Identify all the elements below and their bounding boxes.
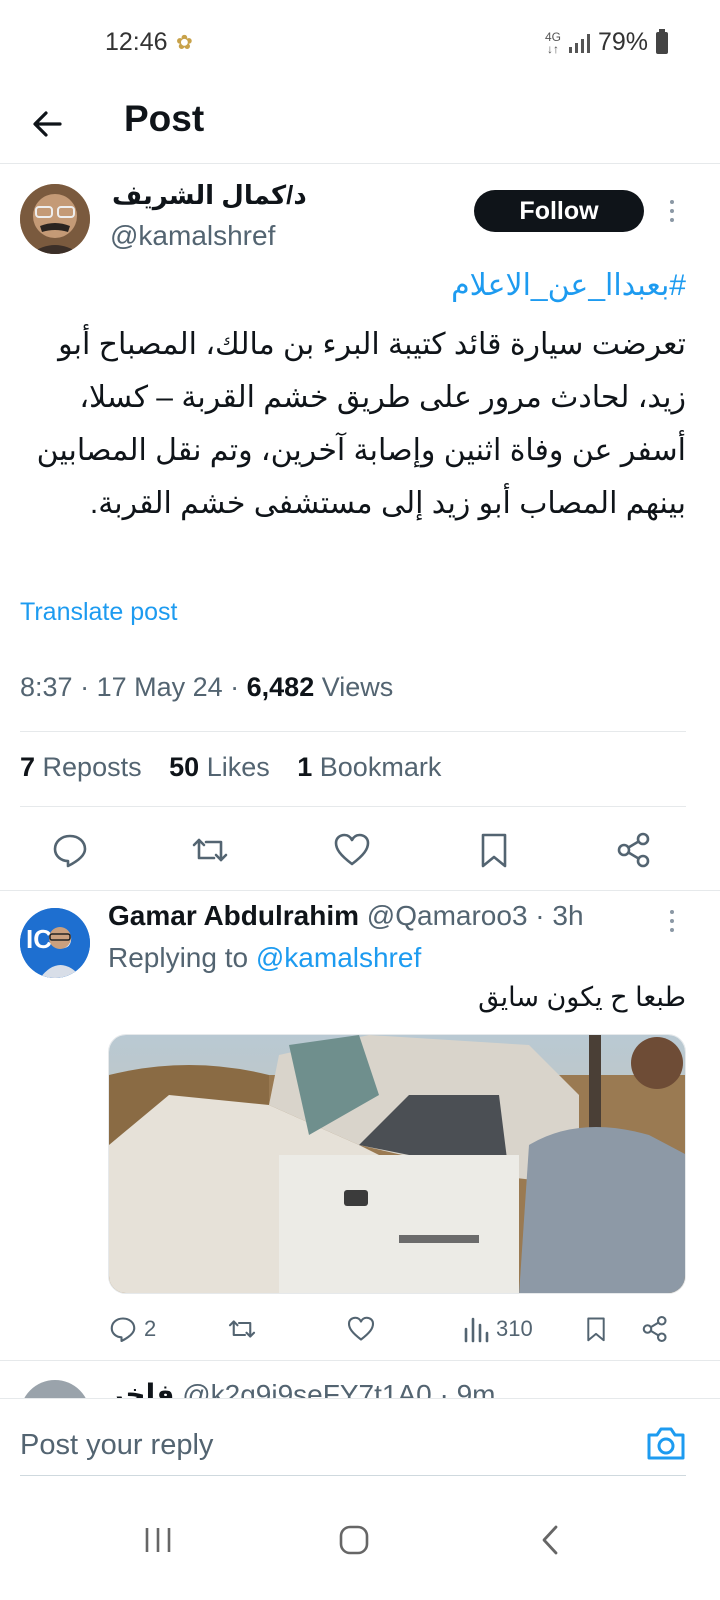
repost-icon[interactable] bbox=[190, 830, 230, 870]
replying-to: Replying to @kamalshref bbox=[108, 942, 422, 973]
status-bar: 12:46 ✿ 4G ↓↑ 79% bbox=[0, 0, 720, 86]
reply-like-button[interactable] bbox=[346, 1314, 376, 1344]
signal-icon bbox=[568, 33, 590, 53]
status-time: 12:46 bbox=[105, 28, 168, 56]
reply-bookmark-button[interactable] bbox=[582, 1314, 610, 1344]
post-time: 8:37 bbox=[20, 672, 73, 702]
post-date: 17 May 24 bbox=[96, 672, 223, 702]
reply-author-name[interactable]: Gamar Abdulrahim bbox=[108, 900, 359, 931]
divider bbox=[0, 890, 720, 891]
like-icon[interactable] bbox=[332, 830, 372, 870]
reply-avatar[interactable]: ICO bbox=[20, 908, 90, 978]
post-meta: 8:37 · 17 May 24 · 6,482 Views bbox=[20, 672, 394, 702]
more-options-icon[interactable] bbox=[662, 196, 682, 226]
reply-age: 3h bbox=[552, 900, 584, 931]
network-4g-icon: 4G ↓↑ bbox=[544, 29, 561, 56]
post-body: تعرضت سيارة قائد كتيبة البرء بن مالك، ال… bbox=[36, 328, 686, 520]
battery-icon bbox=[656, 28, 668, 54]
author-handle[interactable]: @kamalshref bbox=[110, 220, 275, 252]
home-icon[interactable] bbox=[324, 1510, 384, 1570]
reply-repost-button[interactable] bbox=[226, 1314, 258, 1344]
reply-icon[interactable] bbox=[50, 830, 90, 870]
share-icon bbox=[642, 1315, 667, 1343]
status-indicators: 4G ↓↑ 79% bbox=[545, 28, 668, 57]
system-navigation-bar bbox=[0, 1492, 720, 1600]
back-arrow-icon[interactable] bbox=[26, 102, 70, 146]
reply-icon bbox=[110, 1317, 136, 1343]
reply-views-button[interactable]: 310 bbox=[462, 1314, 533, 1344]
reply-views-count: 310 bbox=[496, 1316, 533, 1341]
reply-image[interactable] bbox=[108, 1034, 686, 1294]
reply-count: 2 bbox=[144, 1316, 157, 1341]
reposts-stat[interactable]: 7 Reposts bbox=[20, 752, 142, 782]
next-reply-avatar[interactable] bbox=[20, 1380, 90, 1398]
follow-button[interactable]: Follow bbox=[474, 190, 644, 232]
divider bbox=[20, 731, 686, 732]
camera-icon[interactable] bbox=[644, 1423, 688, 1463]
author-name[interactable]: د/كمال الشريف bbox=[112, 180, 307, 211]
divider bbox=[0, 1360, 720, 1361]
page-title: Post bbox=[124, 98, 205, 139]
reply-share-button[interactable] bbox=[640, 1314, 670, 1344]
reply-text: طبعا ح يكون سايق bbox=[478, 982, 686, 1012]
post-hashtag[interactable]: #بعبداا_عن_الاعلام bbox=[451, 268, 686, 303]
composer-underline bbox=[20, 1475, 686, 1476]
reply-actions: 2 310 bbox=[0, 1306, 720, 1350]
bookmark-icon[interactable] bbox=[474, 830, 514, 870]
engagement-stats: 7 Reposts 50 Likes 1 Bookmark bbox=[20, 752, 461, 783]
recent-apps-icon[interactable] bbox=[128, 1510, 188, 1570]
share-icon[interactable] bbox=[614, 830, 654, 870]
next-reply-author-name[interactable]: فاخر bbox=[108, 1379, 174, 1398]
post-actions bbox=[0, 820, 720, 880]
replying-to-handle[interactable]: @kamalshref bbox=[256, 942, 421, 973]
status-notification-icon: ✿ bbox=[176, 32, 193, 54]
reply-more-options-icon[interactable] bbox=[662, 906, 682, 936]
translate-post-link[interactable]: Translate post bbox=[20, 598, 177, 627]
author-avatar[interactable] bbox=[20, 184, 90, 254]
repost-icon bbox=[228, 1320, 256, 1338]
battery-percent: 79% bbox=[597, 28, 648, 56]
next-reply-author-handle[interactable]: @k2g9j9seFY7t1A0 bbox=[182, 1379, 431, 1398]
divider bbox=[20, 806, 686, 807]
like-icon bbox=[347, 1316, 375, 1341]
views-label: Views bbox=[321, 672, 394, 702]
likes-stat[interactable]: 50 Likes bbox=[169, 752, 270, 782]
views-count: 6,482 bbox=[246, 672, 315, 702]
reply-header: Gamar Abdulrahim @Qamaroo3 · 3h bbox=[108, 900, 584, 931]
views-icon bbox=[464, 1317, 489, 1343]
reply-reply-button[interactable]: 2 bbox=[108, 1314, 156, 1344]
top-app-bar: Post bbox=[0, 86, 720, 164]
reply-author-handle[interactable]: @Qamaroo3 bbox=[367, 900, 528, 931]
next-reply-header: فاخر @k2g9j9seFY7t1A0 · 9m bbox=[108, 1378, 496, 1398]
bookmarks-stat[interactable]: 1 Bookmark bbox=[297, 752, 441, 782]
next-reply-item[interactable]: فاخر @k2g9j9seFY7t1A0 · 9m bbox=[0, 1362, 720, 1398]
reply-composer bbox=[0, 1398, 720, 1492]
reply-input[interactable] bbox=[20, 1423, 620, 1467]
system-back-icon[interactable] bbox=[520, 1510, 580, 1570]
bookmark-icon bbox=[587, 1317, 605, 1342]
